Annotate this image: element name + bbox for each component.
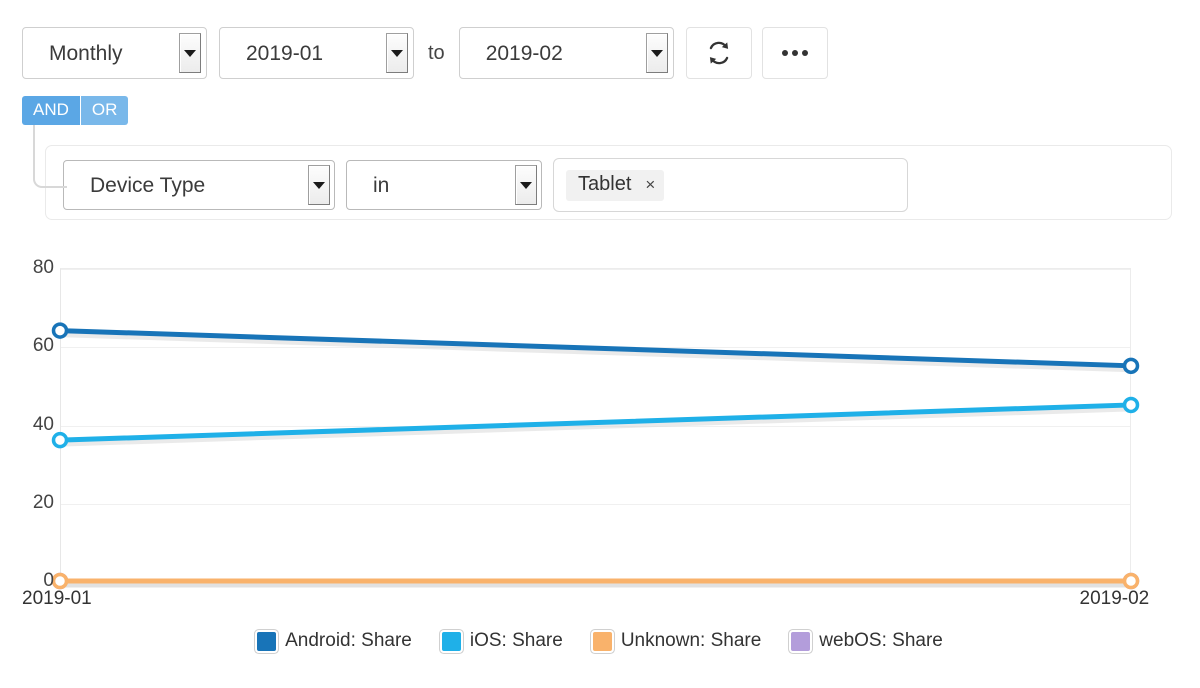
close-icon[interactable]: ×: [645, 176, 655, 193]
legend-swatch-icon: [592, 631, 612, 651]
chevron-down-icon[interactable]: [308, 165, 330, 205]
legend-item[interactable]: Android: Share: [257, 630, 412, 652]
y-axis-tick-label: 40: [32, 413, 54, 435]
legend-item[interactable]: webOS: Share: [791, 630, 943, 652]
legend-swatch-icon: [257, 631, 277, 651]
chevron-down-icon[interactable]: [645, 33, 668, 73]
chart-series-line: [57, 402, 1134, 443]
chevron-down-icon[interactable]: [179, 33, 201, 73]
filter-value-tag[interactable]: Tablet ×: [566, 169, 665, 201]
filter-operator-value: in: [373, 173, 390, 197]
refresh-button[interactable]: [685, 27, 752, 79]
filter-operator-select[interactable]: in: [346, 160, 542, 210]
filter-group-connector: [33, 124, 67, 188]
x-axis-tick-label: 2019-02: [1079, 588, 1150, 609]
chart-data-point[interactable]: [51, 431, 69, 449]
legend-item-label: webOS: Share: [819, 630, 943, 651]
x-axis-tick-label: 2019-01: [22, 588, 92, 609]
chart-series-layer: [51, 322, 1140, 590]
to-date-select[interactable]: 2019-02: [458, 27, 674, 79]
chevron-down-icon[interactable]: [386, 33, 408, 73]
ellipsis-icon: [781, 50, 808, 56]
from-date-select[interactable]: 2019-01: [219, 27, 414, 79]
legend-item-label: iOS: Share: [469, 630, 563, 651]
share-line-chart: 0 20 40 60 80 2019-01 2019-02: [0, 250, 1200, 688]
y-axis-tick-label: 80: [32, 257, 54, 278]
logic-operator-toggle: AND OR: [22, 96, 129, 125]
from-date-value: 2019-01: [246, 41, 324, 65]
period-select-value: Monthly: [49, 41, 123, 65]
chart-data-point[interactable]: [51, 572, 69, 590]
legend-item-label: Unknown: Share: [620, 630, 762, 651]
legend-item-label: Android: Share: [285, 630, 412, 651]
legend-item[interactable]: Unknown: Share: [592, 630, 762, 652]
filter-group: Device Type in Tablet ×: [45, 145, 1172, 220]
chart-data-point[interactable]: [1122, 357, 1140, 375]
filter-row: Device Type in Tablet ×: [63, 158, 908, 212]
chart-legend: Android: Share iOS: Share Unknown: Share we…: [0, 630, 1200, 652]
period-select[interactable]: Monthly: [22, 27, 207, 79]
chart-series-shadow: [59, 332, 1132, 373]
chart-data-point[interactable]: [1122, 572, 1140, 590]
y-axis-tick-label: 20: [32, 491, 54, 513]
filter-field-select[interactable]: Device Type: [63, 160, 335, 210]
date-range-toolbar: Monthly 2019-01 to 2019-02: [22, 27, 838, 79]
filter-value-tag-label: Tablet: [578, 172, 632, 195]
legend-item[interactable]: iOS: Share: [441, 630, 563, 652]
logic-or-button[interactable]: OR: [79, 96, 129, 125]
chart-series-shadow: [59, 406, 1132, 447]
filter-value-input[interactable]: Tablet ×: [553, 158, 908, 212]
to-date-value: 2019-02: [485, 41, 563, 65]
more-options-button[interactable]: [761, 27, 828, 79]
to-label: to: [428, 41, 445, 64]
chart-series-line: [57, 328, 1134, 369]
legend-swatch-icon: [441, 631, 461, 651]
legend-swatch-icon: [791, 631, 811, 651]
chart-data-point[interactable]: [51, 322, 69, 339]
chevron-down-icon[interactable]: [515, 165, 537, 205]
filter-field-value: Device Type: [90, 173, 206, 197]
refresh-icon: [709, 41, 728, 65]
chart-data-point[interactable]: [1122, 396, 1140, 414]
y-axis-tick-label: 60: [32, 335, 54, 357]
logic-and-button[interactable]: AND: [22, 96, 80, 125]
